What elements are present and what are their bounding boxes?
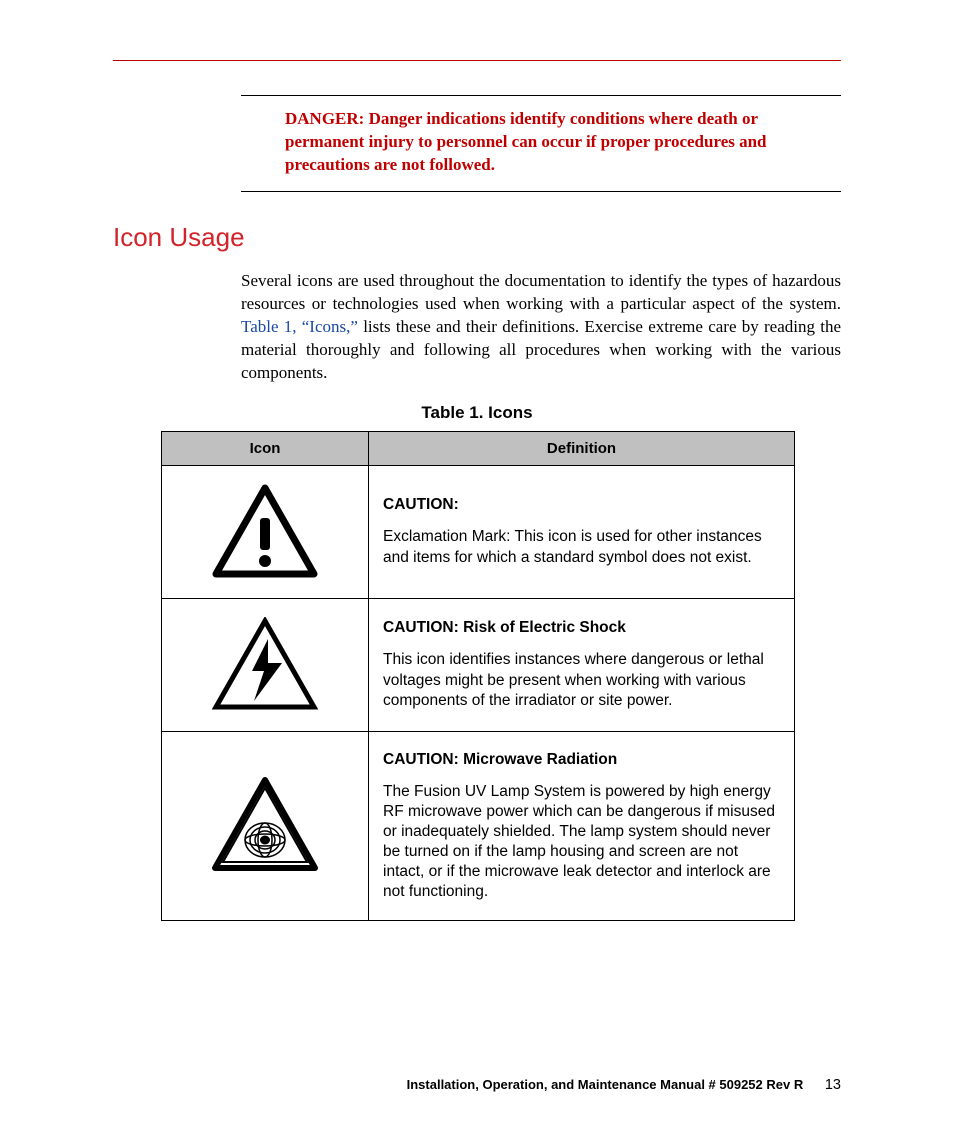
danger-text: DANGER: Danger indications identify cond…: [285, 109, 767, 174]
definition-title: CAUTION:: [383, 495, 780, 515]
table-row: CAUTION: Exclamation Mark: This icon is …: [162, 465, 795, 598]
definition-title: CAUTION: Risk of Electric Shock: [383, 618, 780, 638]
icon-cell: [162, 598, 369, 731]
page-number: 13: [825, 1077, 841, 1093]
definition-cell: CAUTION: Risk of Electric Shock This ico…: [369, 598, 795, 731]
definition-text: Exclamation Mark: This icon is used for …: [383, 528, 762, 565]
body-text-pre: Several icons are used throughout the do…: [241, 271, 841, 313]
page-footer: Installation, Operation, and Maintenance…: [407, 1077, 841, 1093]
icon-cell: [162, 465, 369, 598]
header-icon: Icon: [162, 431, 369, 465]
definition-cell: CAUTION: Microwave Radiation The Fusion …: [369, 731, 795, 921]
header-rule: [113, 60, 841, 61]
icons-table: Icon Definition CAUTION: Exclamation Mar…: [161, 431, 795, 922]
electric-shock-icon: [210, 617, 320, 713]
header-definition: Definition: [369, 431, 795, 465]
definition-text: This icon identifies instances where dan…: [383, 651, 764, 708]
section-heading: Icon Usage: [113, 222, 841, 253]
definition-text: The Fusion UV Lamp System is powered by …: [383, 783, 775, 901]
body-paragraph: Several icons are used throughout the do…: [241, 270, 841, 385]
table-caption: Table 1. Icons: [113, 403, 841, 423]
microwave-radiation-icon: [209, 776, 321, 876]
page: DANGER: Danger indications identify cond…: [0, 0, 954, 1145]
table-header-row: Icon Definition: [162, 431, 795, 465]
cross-reference-link[interactable]: Table 1, “Icons,”: [241, 317, 358, 336]
definition-title: CAUTION: Microwave Radiation: [383, 750, 780, 770]
footer-title: Installation, Operation, and Maintenance…: [407, 1077, 804, 1092]
exclamation-triangle-icon: [210, 484, 320, 580]
table-row: CAUTION: Risk of Electric Shock This ico…: [162, 598, 795, 731]
definition-cell: CAUTION: Exclamation Mark: This icon is …: [369, 465, 795, 598]
icon-cell: [162, 731, 369, 921]
table-row: CAUTION: Microwave Radiation The Fusion …: [162, 731, 795, 921]
danger-box: DANGER: Danger indications identify cond…: [241, 95, 841, 192]
